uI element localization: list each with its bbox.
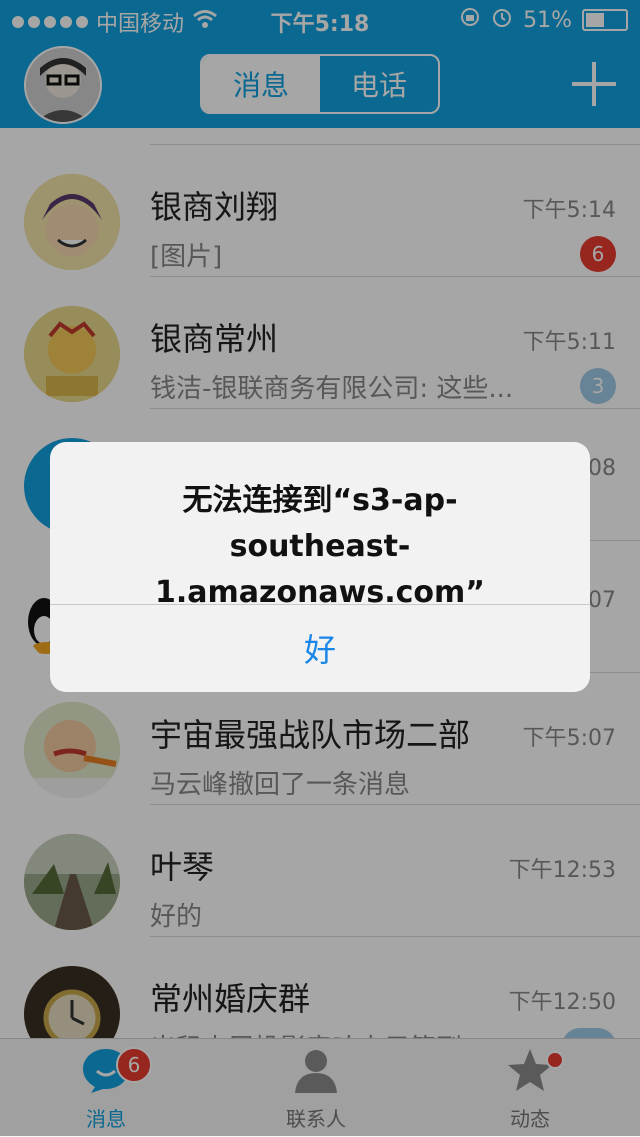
alert-message: 无法连接到“s3-ap- southeast-1.amazonaws.com” [70, 478, 570, 616]
alert-message-line-1: 无法连接到“s3-ap- [182, 483, 458, 518]
alert-ok-button[interactable]: 好 [50, 604, 590, 692]
alert-dialog: 无法连接到“s3-ap- southeast-1.amazonaws.com” … [50, 442, 590, 692]
alert-message-line-2: southeast-1.amazonaws.com” [154, 529, 486, 610]
